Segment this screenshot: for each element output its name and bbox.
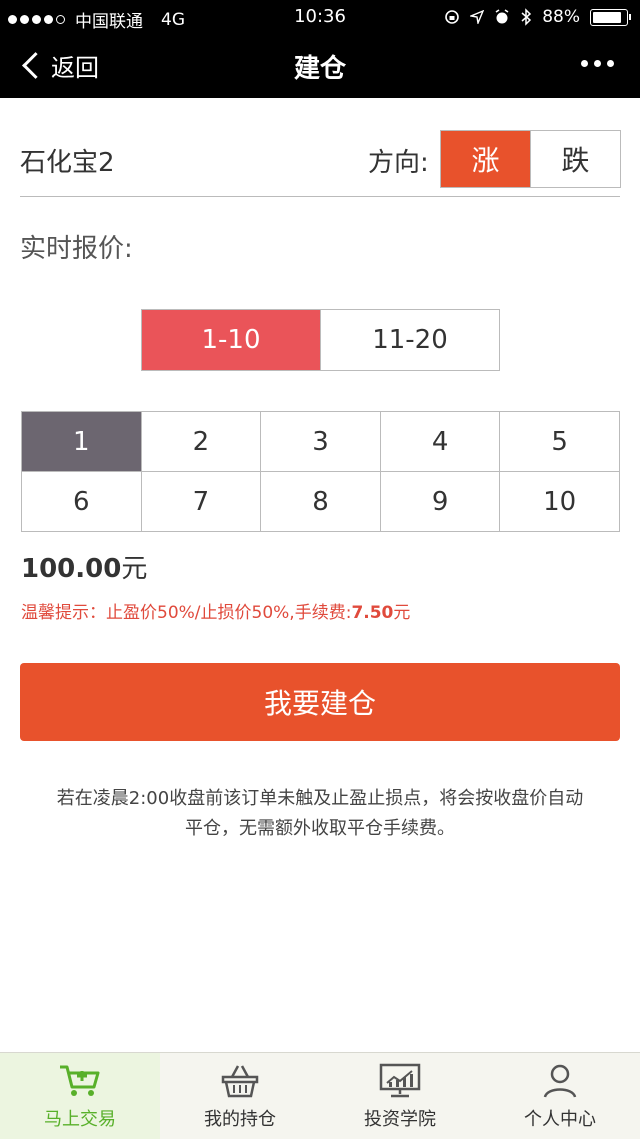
range-tab-1-10[interactable]: 1-10	[142, 310, 320, 370]
quantity-option[interactable]: 4	[380, 412, 501, 472]
product-row: 石化宝2 方向: 涨 跌	[20, 130, 621, 197]
amount-value: 100.00	[21, 554, 122, 584]
quantity-option[interactable]: 2	[141, 412, 262, 472]
amount-display: 100.00元	[21, 548, 147, 585]
rotation-lock-icon	[445, 10, 460, 24]
quantity-option[interactable]: 8	[261, 472, 381, 532]
tab-profile-label: 个人中心	[524, 1109, 596, 1130]
battery-icon	[590, 8, 631, 26]
realtime-quote-label: 实时报价:	[20, 234, 133, 264]
bottom-tab-bar: 马上交易 我的持仓 投资学院 个人中心	[0, 1052, 640, 1139]
tab-academy-label: 投资学院	[364, 1109, 436, 1130]
quantity-option[interactable]: 10	[500, 472, 620, 532]
tab-holdings[interactable]: 我的持仓	[160, 1053, 320, 1139]
direction-up-button[interactable]: 涨	[441, 131, 530, 187]
range-tabs: 1-10 11-20	[141, 309, 500, 371]
back-label: 返回	[51, 54, 99, 82]
quantity-option[interactable]: 5	[500, 412, 620, 472]
status-bar: 中国联通 4G 10:36 88%	[0, 0, 640, 34]
location-icon	[470, 10, 485, 24]
fee-tip: 温馨提示：止盈价50%/止损价50%,手续费:7.50元	[21, 598, 410, 623]
bluetooth-icon	[521, 8, 532, 26]
tab-trade[interactable]: 马上交易	[0, 1053, 160, 1139]
amount-unit: 元	[121, 554, 148, 584]
tab-profile[interactable]: 个人中心	[480, 1053, 640, 1139]
basket-icon	[221, 1065, 259, 1098]
product-name: 石化宝2	[20, 148, 115, 178]
battery-label: 88%	[542, 7, 580, 27]
quantity-grid: 1 2 3 4 5 6 7 8 9 10	[21, 411, 620, 532]
tab-holdings-label: 我的持仓	[204, 1109, 276, 1130]
close-note: 若在凌晨2:00收盘前该订单未触及止盈止损点，将会按收盘价自动 平仓，无需额外收…	[20, 784, 620, 844]
tip-unit: 元	[393, 603, 411, 623]
quantity-option[interactable]: 7	[141, 472, 262, 532]
note-line-2: 平仓，无需额外收取平仓手续费。	[185, 818, 455, 839]
range-tab-11-20[interactable]: 11-20	[320, 310, 499, 370]
quantity-option[interactable]: 1	[22, 412, 142, 472]
monitor-chart-icon	[379, 1063, 421, 1098]
tab-academy[interactable]: 投资学院	[320, 1053, 480, 1139]
nav-bar: 返回 建仓	[0, 34, 640, 98]
more-options-icon[interactable]	[581, 60, 614, 67]
direction-toggle: 涨 跌	[440, 130, 621, 188]
quantity-option[interactable]: 6	[22, 472, 142, 532]
cart-icon	[60, 1065, 100, 1096]
direction-down-button[interactable]: 跌	[530, 131, 620, 187]
note-line-1: 若在凌晨2:00收盘前该订单未触及止盈止损点，将会按收盘价自动	[56, 788, 584, 809]
direction-label: 方向:	[368, 148, 429, 178]
tip-fee: 7.50	[351, 603, 394, 623]
quantity-option[interactable]: 3	[261, 412, 381, 472]
status-right: 88%	[444, 7, 631, 27]
chevron-left-icon	[22, 52, 49, 79]
build-position-button[interactable]: 我要建仓	[20, 663, 620, 741]
quantity-option[interactable]: 9	[380, 472, 501, 532]
tip-text: 温馨提示：止盈价50%/止损价50%,手续费:	[21, 603, 352, 623]
back-button[interactable]: 返回	[20, 48, 99, 83]
tab-trade-label: 马上交易	[44, 1109, 116, 1130]
person-icon	[543, 1064, 577, 1098]
alarm-icon	[495, 9, 509, 24]
